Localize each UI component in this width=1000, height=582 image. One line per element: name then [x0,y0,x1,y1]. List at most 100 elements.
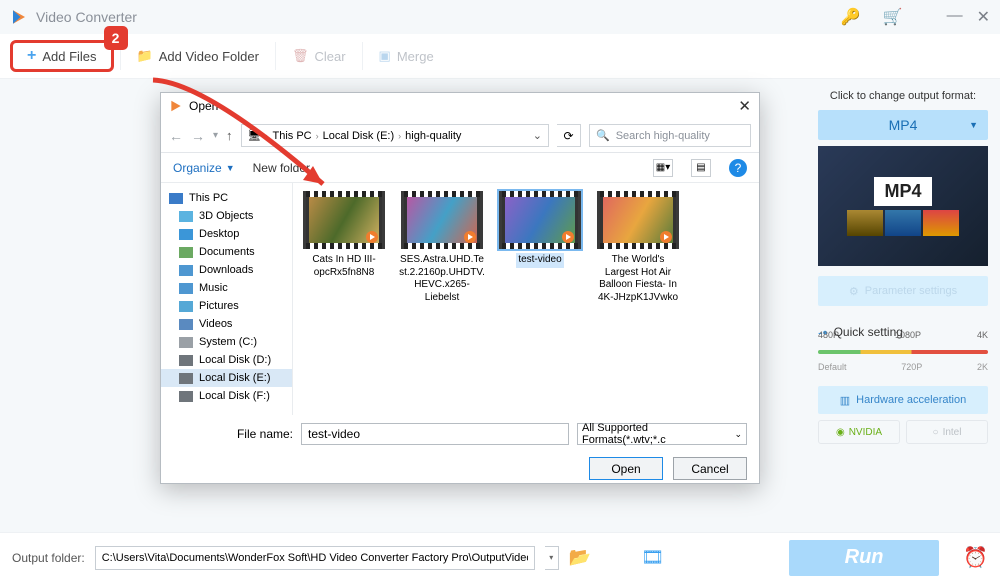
nav-recent-icon[interactable]: ▾ [213,130,218,141]
dialog-body: This PC 3D ObjectsDesktopDocumentsDownlo… [161,183,759,415]
file-item[interactable]: The World's Largest Hot Air Balloon Fies… [593,191,683,305]
alarm-icon[interactable]: ⏰ [963,545,988,570]
output-format-panel: Click to change output format: MP4 MP4 ⚙… [818,90,988,444]
chip-icon: ▥ [840,394,850,407]
video-thumbnail [597,191,679,249]
filename-label: File name: [173,427,293,441]
new-folder-button[interactable]: New folder [253,161,310,175]
merge-label: Merge [397,49,434,64]
file-item[interactable]: SES.Astra.UHD.Test.2.2160p.UHDTV.HEVC.x2… [397,191,487,305]
cart-icon[interactable]: 🛒 [883,7,903,27]
intel-badge: ○Intel [906,420,988,444]
tree-item[interactable]: Videos [161,315,292,333]
add-files-label: Add Files [42,49,96,64]
app-title: Video Converter [36,9,841,25]
film-strip-icon [847,210,959,236]
tree-item[interactable]: Local Disk (D:) [161,351,292,369]
title-actions: 🔑 🛒 — ✕ [841,7,990,27]
folder-icon [179,337,193,348]
open-button[interactable]: Open [589,457,663,480]
tree-item[interactable]: Documents [161,243,292,261]
video-thumbnail [401,191,483,249]
clear-button[interactable]: 🗑 Clear [282,44,356,68]
add-folder-button[interactable]: 📁 Add Video Folder [127,44,269,68]
intel-icon: ○ [933,427,939,438]
tree-item[interactable]: Music [161,279,292,297]
organize-button[interactable]: Organize ▼ [173,161,235,175]
tree-item[interactable]: System (C:) [161,333,292,351]
dialog-close-icon[interactable]: ✕ [738,97,751,115]
file-name: The World's Largest Hot Air Balloon Fies… [593,253,683,305]
dialog-titlebar: Open ✕ [161,93,759,119]
output-video-icon[interactable]: 🎞 [641,547,664,568]
folder-icon [179,373,193,384]
tree-item[interactable]: Downloads [161,261,292,279]
tree-root[interactable]: This PC [161,189,292,207]
filetype-select[interactable]: All Supported Formats(*.wtv;*.c⌄ [577,423,747,445]
close-icon[interactable]: ✕ [977,7,990,27]
add-files-wrap: + Add Files 2 [10,40,114,72]
chevron-down-icon[interactable]: ⌄ [533,129,542,142]
file-item[interactable]: Cats In HD III-opcRx5fn8N8 [299,191,389,280]
nav-up-icon[interactable]: ↑ [226,128,233,143]
run-button[interactable]: Run [789,540,939,576]
breadcrumb[interactable]: 🖥 › This PC› Local Disk (E:)› high-quali… [241,124,549,147]
output-format-heading: Click to change output format: [818,90,988,102]
output-format-thumbnail[interactable]: MP4 [818,146,988,266]
dialog-nav: ← → ▾ ↑ 🖥 › This PC› Local Disk (E:)› hi… [161,119,759,153]
play-icon [562,231,574,243]
output-format-value: MP4 [889,117,918,133]
filename-input[interactable] [301,423,569,445]
add-folder-label: Add Video Folder [159,49,259,64]
output-folder-dropdown[interactable]: ▾ [545,546,559,570]
sliders-icon: ⚙ [849,285,859,298]
search-icon: 🔍 [596,129,610,142]
help-icon[interactable]: ? [729,159,747,177]
bottom-bar: Output folder: ▾ 📂 🎞 Run ⏰ [0,532,1000,582]
tree-item[interactable]: 3D Objects [161,207,292,225]
merge-button[interactable]: ▣ Merge [369,44,444,68]
res-labels-bottom: Default720P2K [818,362,988,372]
tree-item[interactable]: Desktop [161,225,292,243]
nvidia-badge: ◉NVIDIA [818,420,900,444]
minimize-icon[interactable]: — [947,7,963,27]
folder-icon [179,265,193,276]
trash-icon: 🗑 [292,48,309,64]
nav-back-icon[interactable]: ← [169,128,183,144]
folder-icon: 📁 [137,48,153,64]
resolution-slider[interactable] [818,350,988,354]
file-list: Cats In HD III-opcRx5fn8N8 SES.Astra.UHD.… [293,183,759,415]
parameter-settings-button[interactable]: ⚙ Parameter settings [818,276,988,306]
folder-icon [179,229,193,240]
format-thumb-badge: MP4 [874,177,931,206]
play-icon [464,231,476,243]
tree-item[interactable]: Pictures [161,297,292,315]
nav-forward-icon[interactable]: → [191,128,205,144]
main-toolbar: + Add Files 2 📁 Add Video Folder 🗑 Clear… [0,34,1000,79]
file-name: SES.Astra.UHD.Test.2.2160p.UHDTV.HEVC.x2… [397,253,487,305]
folder-icon [179,319,193,330]
view-thumbnails-button[interactable]: ▦▾ [653,159,673,177]
search-placeholder: Search high-quality [616,130,710,142]
cancel-button[interactable]: Cancel [673,457,747,480]
key-icon[interactable]: 🔑 [841,7,861,27]
hardware-accel-button[interactable]: ▥ Hardware acceleration [818,386,988,414]
open-folder-icon[interactable]: 📂 [569,547,591,568]
step-badge: 2 [104,26,128,50]
output-folder-input[interactable] [95,546,535,570]
refresh-button[interactable]: ⟳ [557,124,581,147]
file-name: test-video [516,253,563,268]
view-details-button[interactable]: ▤ [691,159,711,177]
play-icon [366,231,378,243]
tree-item[interactable]: Local Disk (F:) [161,387,292,405]
file-item[interactable]: test-video [495,191,585,268]
tree-item[interactable]: Local Disk (E:) [161,369,292,387]
folder-icon [179,283,193,294]
add-files-button[interactable]: + Add Files [10,40,114,72]
pc-icon: 🖥 [248,129,262,142]
search-input[interactable]: 🔍 Search high-quality [589,124,751,147]
dialog-bottom: File name: All Supported Formats(*.wtv;*… [161,415,759,488]
gpu-row: ◉NVIDIA ○Intel [818,420,988,444]
output-format-select[interactable]: MP4 [818,110,988,140]
file-name: Cats In HD III-opcRx5fn8N8 [299,253,389,280]
